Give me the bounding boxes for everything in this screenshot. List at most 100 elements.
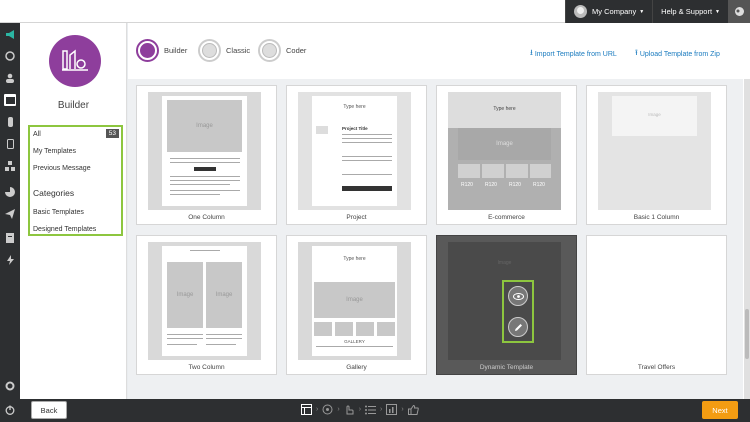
template-card-one-column[interactable]: Image One Column: [136, 85, 277, 225]
step-chart-icon[interactable]: [385, 403, 398, 416]
builder-icon: [62, 49, 88, 71]
logo-text: Type here: [493, 106, 516, 112]
contacts-icon[interactable]: [4, 72, 16, 84]
pencil-icon: [514, 323, 522, 331]
classic-icon: [198, 39, 221, 62]
avatar: [574, 5, 588, 18]
template-card-dynamic[interactable]: Image Dynamic Template: [436, 235, 577, 375]
eye-icon: [512, 292, 524, 300]
project-title-text: Project Title: [342, 126, 368, 131]
step-separator: ›: [316, 406, 319, 413]
settings-icon[interactable]: [4, 380, 16, 392]
filter-previous-message[interactable]: Previous Message: [33, 165, 91, 172]
segments-icon[interactable]: [4, 186, 16, 198]
template-card-project[interactable]: Type here Project Title Project: [286, 85, 427, 225]
builder-logo: [49, 35, 101, 87]
image-placeholder: Image: [206, 262, 242, 328]
upload-from-zip-link[interactable]: ⭱ Upload Template from Zip: [635, 47, 720, 61]
step-separator: ›: [380, 406, 383, 413]
import-icon: ⭳: [530, 48, 533, 57]
campaign-icon[interactable]: [4, 28, 16, 40]
template-name: Two Column: [188, 364, 225, 371]
upload-icon: ⭱: [635, 48, 638, 57]
mobile-icon[interactable]: [4, 116, 16, 128]
template-card-basic-1-column[interactable]: Image Basic 1 Column: [586, 85, 727, 225]
sidebar-title: Builder: [57, 100, 90, 111]
price-text: R120: [461, 182, 473, 188]
chat-icon: [734, 7, 744, 16]
bottom-bar: Back › › › › › Next: [0, 399, 750, 422]
template-card-ecommerce[interactable]: Type here Image R120 R120 R120 R120 E-co…: [436, 85, 577, 225]
image-placeholder: Image: [167, 100, 242, 152]
filter-designed-templates[interactable]: Designed Templates: [33, 226, 96, 233]
all-count-badge: 53: [105, 129, 119, 138]
automation-icon[interactable]: [4, 160, 16, 172]
step-list-icon[interactable]: [364, 403, 377, 416]
step-design-icon[interactable]: [321, 403, 334, 416]
step-thumbs-up-icon[interactable]: [407, 403, 420, 416]
template-card-two-column[interactable]: Image Image Two Column: [136, 235, 277, 375]
image-placeholder: Image: [314, 282, 395, 318]
editor-option-builder[interactable]: Builder: [136, 39, 187, 62]
dashboard-icon[interactable]: [4, 50, 16, 62]
template-thumbnail: Type here Project Title: [298, 92, 411, 210]
editor-option-coder[interactable]: Coder: [258, 39, 306, 62]
next-button[interactable]: Next: [702, 401, 738, 419]
template-thumbnail: Image: [598, 92, 711, 210]
company-menu[interactable]: My Company ▼: [565, 0, 652, 23]
integrations-icon[interactable]: [4, 254, 16, 266]
power-icon[interactable]: [4, 404, 16, 416]
filter-basic-templates[interactable]: Basic Templates: [33, 209, 84, 216]
gallery-text: GALLERY: [344, 339, 365, 344]
send-icon[interactable]: [4, 208, 16, 220]
template-thumbnail: Image: [448, 242, 561, 360]
edit-button[interactable]: [508, 317, 528, 337]
price-text: R120: [485, 182, 497, 188]
company-label: My Company: [592, 7, 637, 16]
template-card-travel-offers[interactable]: Travel Offers: [586, 235, 727, 375]
preview-button[interactable]: [508, 286, 528, 306]
scrollbar-thumb[interactable]: [745, 309, 749, 359]
template-name: Project: [346, 214, 367, 221]
sms-icon[interactable]: [4, 138, 16, 150]
caret-down-icon: ▼: [715, 8, 720, 15]
builder-icon: [136, 39, 159, 62]
template-filter-list: All 53 My Templates Previous Message Cat…: [28, 125, 123, 236]
template-grid: Image One Column Type here Project Title…: [128, 79, 743, 399]
template-grid-scrollbar[interactable]: [744, 79, 750, 399]
template-name: Gallery: [346, 364, 367, 371]
step-touch-icon[interactable]: [343, 403, 356, 416]
template-thumbnail: [598, 242, 711, 360]
template-thumbnail: Image Image: [148, 242, 261, 360]
template-name: Basic 1 Column: [633, 214, 680, 221]
wizard-steps: › › › › ›: [300, 403, 420, 416]
coder-icon: [258, 39, 281, 62]
step-separator: ›: [401, 406, 404, 413]
import-url-label: Import Template from URL: [534, 50, 617, 58]
template-name: One Column: [188, 214, 225, 221]
email-icon[interactable]: [4, 94, 16, 106]
import-from-url-link[interactable]: ⭳ Import Template from URL: [530, 47, 617, 61]
image-placeholder: Image: [497, 260, 512, 266]
logo-text: Type here: [343, 256, 366, 262]
editor-option-classic[interactable]: Classic: [198, 39, 250, 62]
template-actions: [502, 280, 534, 343]
help-menu[interactable]: Help & Support ▼: [652, 0, 728, 23]
top-bar: My Company ▼ Help & Support ▼: [0, 0, 750, 23]
back-button[interactable]: Back: [31, 401, 67, 419]
template-sidebar: Builder All 53 My Templates Previous Mes…: [20, 23, 127, 399]
filter-all[interactable]: All: [33, 131, 41, 138]
caret-down-icon: ▼: [639, 8, 645, 15]
filter-my-templates[interactable]: My Templates: [33, 148, 76, 155]
template-name: Dynamic Template: [479, 364, 534, 371]
notifications-button[interactable]: [728, 0, 750, 23]
step-layout-icon[interactable]: [300, 403, 313, 416]
reports-icon[interactable]: [4, 232, 16, 244]
image-placeholder: Image: [648, 112, 661, 117]
editor-label: Classic: [226, 46, 251, 55]
step-separator: ›: [358, 406, 362, 413]
template-name: Travel Offers: [637, 364, 676, 371]
top-right-menu: My Company ▼ Help & Support ▼: [565, 0, 750, 23]
template-card-gallery[interactable]: Type here Image GALLERY Gallery: [286, 235, 427, 375]
main-panel: Builder Classic Coder ⭳ Import Template …: [128, 23, 750, 399]
